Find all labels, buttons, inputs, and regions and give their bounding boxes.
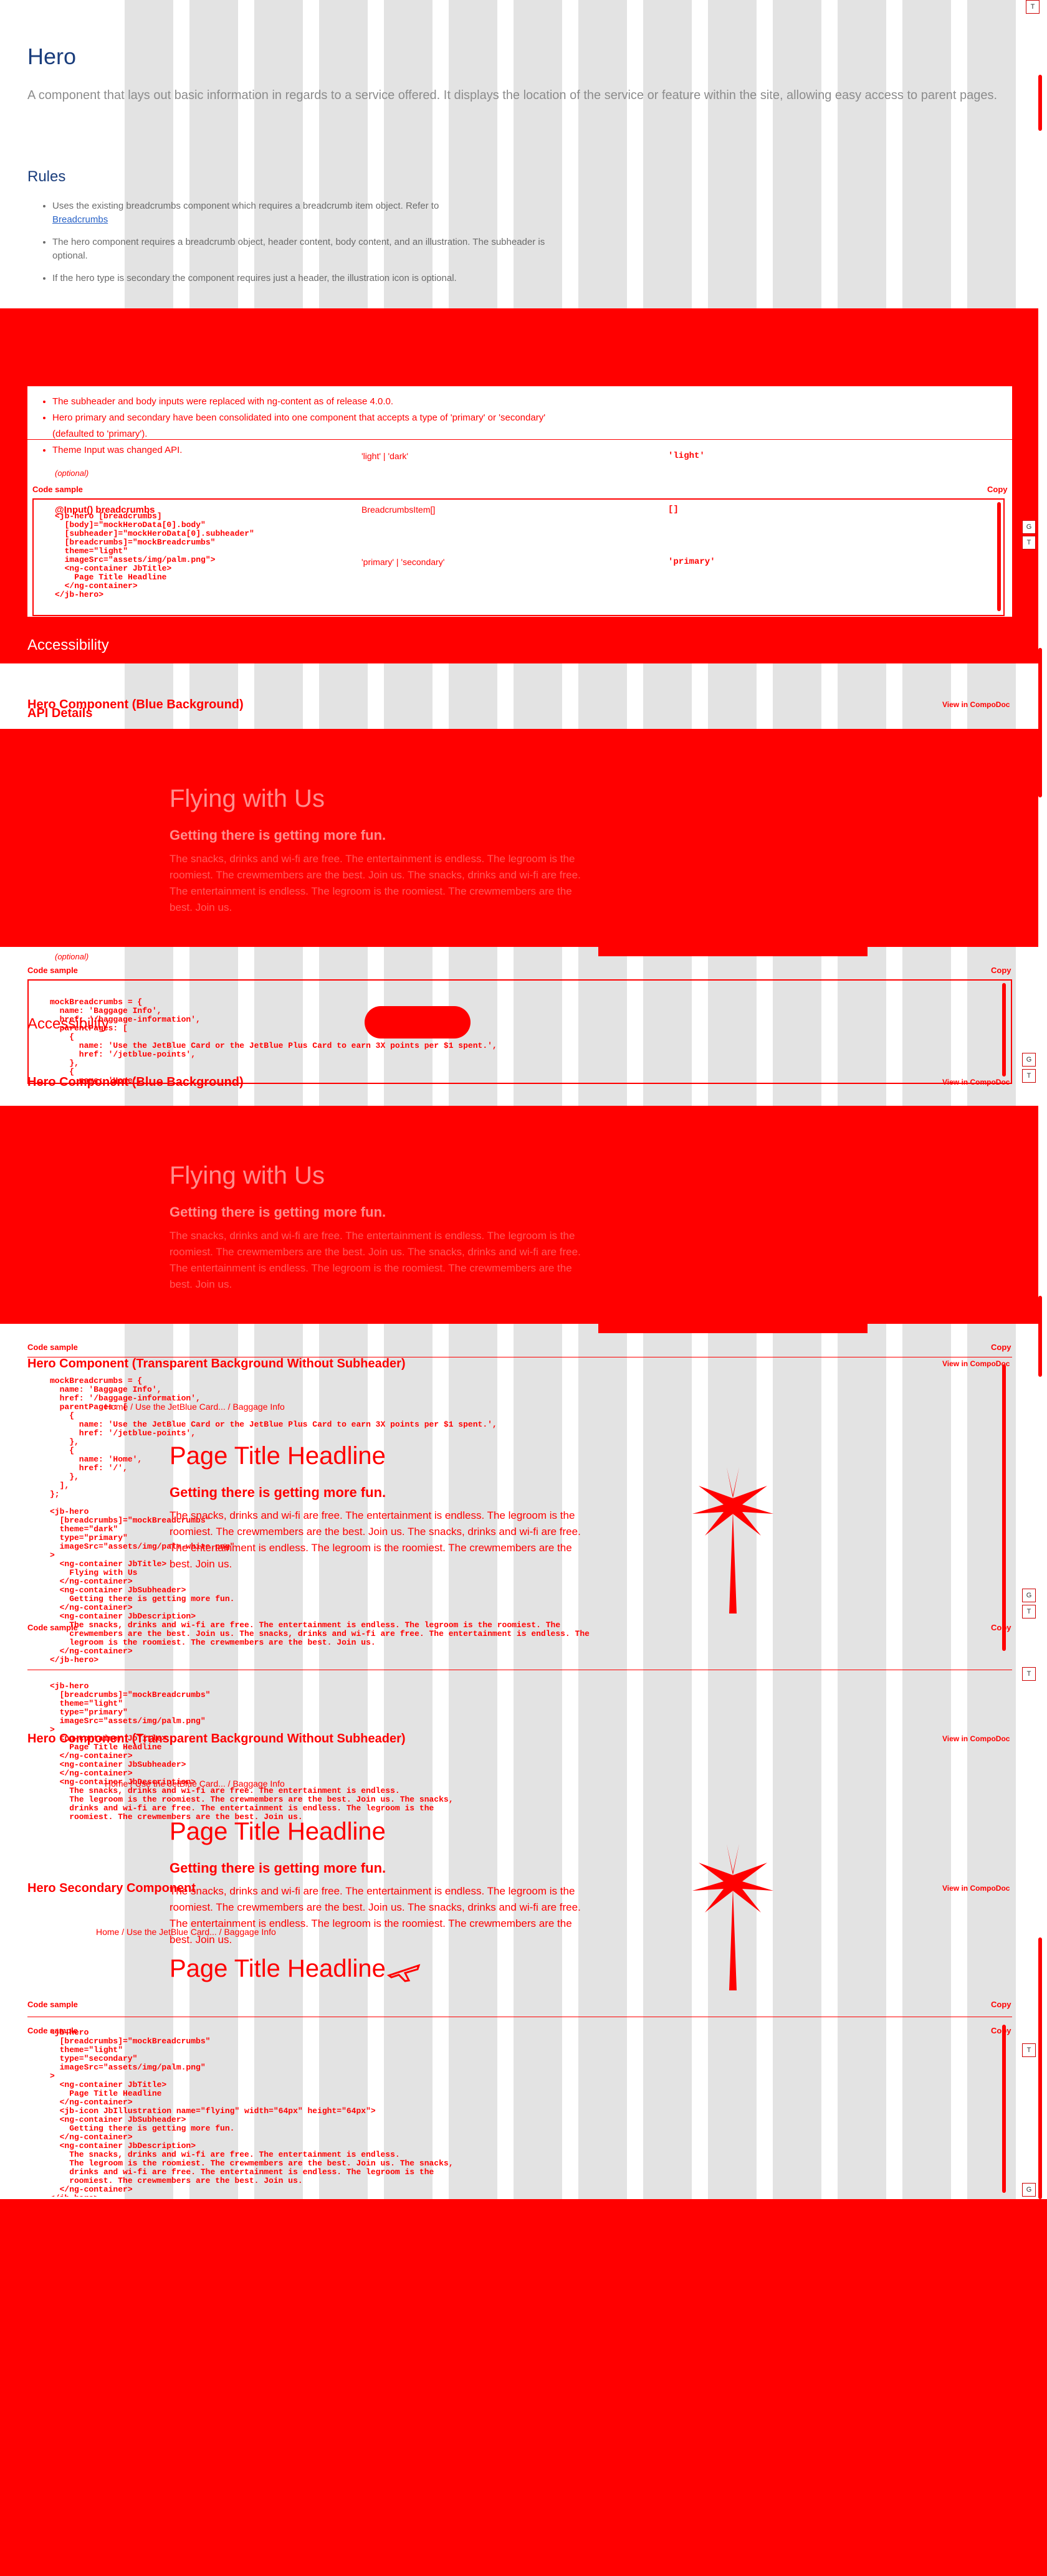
mini-t-button-top[interactable]: T [1026, 0, 1040, 14]
page-scrollbar[interactable] [1038, 1937, 1042, 2199]
page-scrollbar[interactable] [1038, 648, 1042, 797]
mini-g-button[interactable]: G [1022, 2183, 1036, 2197]
rules-list: Uses the existing breadcrumbs component … [27, 199, 551, 285]
hero-title: Flying with Us [170, 785, 325, 812]
breadcrumb-item[interactable]: Home [96, 1927, 119, 1937]
mini-g-button[interactable]: G [1022, 520, 1036, 534]
copy-button[interactable]: Copy [991, 1343, 1011, 1352]
copy-button[interactable]: Copy [991, 2026, 1011, 2035]
breadcrumb: Home / Use the JetBlue Card... / Baggage… [96, 1927, 276, 1937]
code-block-4: <jb-hero [breadcrumbs]="mockBreadcrumbs"… [50, 1682, 454, 1819]
palm-tree-illustration [692, 1467, 773, 1614]
hero-body: The snacks, drinks and wi-fi are free. T… [170, 1509, 581, 1570]
code-block-1: <jb-hero [breadcrumbs] [body]="mockHeroD… [32, 498, 1005, 616]
breadcrumb-item: Baggage Info [232, 1779, 285, 1789]
view-in-compodoc-link[interactable]: View in CompoDoc [942, 1359, 1010, 1368]
breadcrumb-item[interactable]: Use the JetBlue Card... [127, 1927, 217, 1937]
code-sample-label: Code sample [32, 485, 83, 494]
pill-button[interactable] [365, 1006, 471, 1038]
hero-body: The snacks, drinks and wi-fi are free. T… [170, 1885, 581, 1946]
change-item: Theme Input was changed API. [52, 442, 563, 459]
hero-subheader: Getting there is getting more fun. [170, 1204, 386, 1220]
mini-t-button[interactable]: T [1022, 2043, 1036, 2057]
copy-button[interactable]: Copy [991, 2000, 1011, 2009]
breadcrumb-item[interactable]: Home [105, 1779, 128, 1789]
red-footer-block [0, 2199, 1047, 2576]
copy-button[interactable]: Copy [991, 1623, 1011, 1632]
code-sample-label: Code sample [27, 966, 78, 975]
api-default: 'light' [668, 451, 705, 461]
code-sample-label: Code sample [27, 1623, 78, 1632]
hero-doc-page: Hero A component that lays out basic inf… [0, 0, 1047, 2576]
hero-title: Page Title Headline [170, 1818, 386, 1845]
accessibility-heading: Accessibility [27, 1015, 109, 1032]
code-text: mockBreadcrumbs = { name: 'Baggage Info'… [50, 997, 497, 1084]
breadcrumbs-link[interactable]: Breadcrumbs [52, 214, 108, 225]
api-type: 'light' | 'dark' [361, 451, 409, 461]
breadcrumb-item[interactable]: Use the JetBlue Card... [135, 1402, 226, 1412]
airplane-icon [386, 1964, 421, 1982]
hero-title: Page Title Headline [170, 1955, 386, 1982]
change-item: The subheader and body inputs were repla… [52, 394, 563, 410]
hero-body: The snacks, drinks and wi-fi are free. T… [170, 1230, 581, 1290]
mini-g-button[interactable]: G [1022, 1053, 1036, 1067]
view-in-compodoc-link[interactable]: View in CompoDoc [942, 1078, 1010, 1086]
hero-title: Flying with Us [170, 1162, 325, 1189]
page-description: A component that lays out basic informat… [27, 88, 998, 102]
api-details-heading: API Details [27, 706, 93, 720]
section-title: Hero Secondary Component [27, 1881, 196, 1895]
code-scrollbar[interactable] [1002, 983, 1006, 1077]
pill-button[interactable] [365, 629, 471, 662]
code-scrollbar[interactable] [1002, 2025, 1006, 2193]
copy-button[interactable]: Copy [987, 485, 1008, 494]
code-sample-label: Code sample [27, 1343, 78, 1352]
rules-heading: Rules [27, 168, 66, 185]
mini-g-button[interactable]: G [1022, 1589, 1036, 1602]
code-scrollbar[interactable] [1002, 1364, 1006, 1651]
hero-subheader: Getting there is getting more fun. [170, 827, 386, 843]
api-optional: (optional) [55, 952, 89, 961]
accessibility-heading: Accessibility [27, 637, 109, 654]
hero-subheader: Getting there is getting more fun. [170, 1485, 386, 1500]
view-in-compodoc-link[interactable]: View in CompoDoc [942, 1884, 1010, 1893]
rule-item: Uses the existing breadcrumbs component … [52, 199, 551, 227]
code-block-2: mockBreadcrumbs = { name: 'Baggage Info'… [27, 979, 1012, 1084]
hero-title: Page Title Headline [170, 1442, 386, 1470]
code-text: <jb-hero [breadcrumbs] [body]="mockHeroD… [55, 511, 254, 599]
breadcrumb: Home / Use the JetBlue Card... / Baggage… [105, 1779, 285, 1789]
code-sample-label: Code sample [27, 2000, 78, 2009]
mini-t-button[interactable]: T [1022, 1667, 1036, 1681]
breadcrumb-item[interactable]: Use the JetBlue Card... [135, 1779, 226, 1789]
hero-illustration [598, 1237, 868, 1333]
rule-item: If the hero type is secondary the compon… [52, 272, 551, 285]
breadcrumb-item[interactable]: Home [105, 1402, 128, 1412]
changes-list: The subheader and body inputs were repla… [27, 394, 563, 459]
hero-subheader: Getting there is getting more fun. [170, 1860, 386, 1876]
breadcrumb-item: Baggage Info [224, 1927, 276, 1937]
page-title: Hero [27, 44, 77, 69]
code-block-5: <jb-hero [breadcrumbs]="mockBreadcrumbs"… [50, 2028, 454, 2197]
page-scrollbar[interactable] [1038, 1296, 1042, 1377]
mini-t-button[interactable]: T [1022, 1069, 1036, 1083]
code-scrollbar[interactable] [997, 502, 1001, 611]
mini-t-button[interactable]: T [1022, 536, 1036, 549]
api-default: 'primary' [668, 557, 715, 567]
divider [27, 439, 1012, 440]
view-in-compodoc-link[interactable]: View in CompoDoc [942, 700, 1010, 709]
breadcrumb-item: Baggage Info [232, 1402, 285, 1412]
breadcrumb: Home / Use the JetBlue Card... / Baggage… [105, 1402, 285, 1412]
page-scrollbar-top[interactable] [1038, 75, 1042, 131]
section-title: Hero Component (Transparent Background W… [27, 1357, 406, 1371]
palm-tree-illustration [692, 1844, 773, 1990]
api-type: 'primary' | 'secondary' [361, 557, 445, 567]
mini-t-button[interactable]: T [1022, 1605, 1036, 1618]
rule-item: The hero component requires a breadcrumb… [52, 235, 551, 263]
api-optional: (optional) [55, 468, 89, 478]
copy-button[interactable]: Copy [991, 966, 1011, 975]
hero-illustration [598, 860, 868, 956]
section-title: Hero Component (Blue Background) [27, 1075, 244, 1089]
hero-body: The snacks, drinks and wi-fi are free. T… [170, 853, 581, 913]
change-item: Hero primary and secondary have been con… [52, 410, 563, 442]
